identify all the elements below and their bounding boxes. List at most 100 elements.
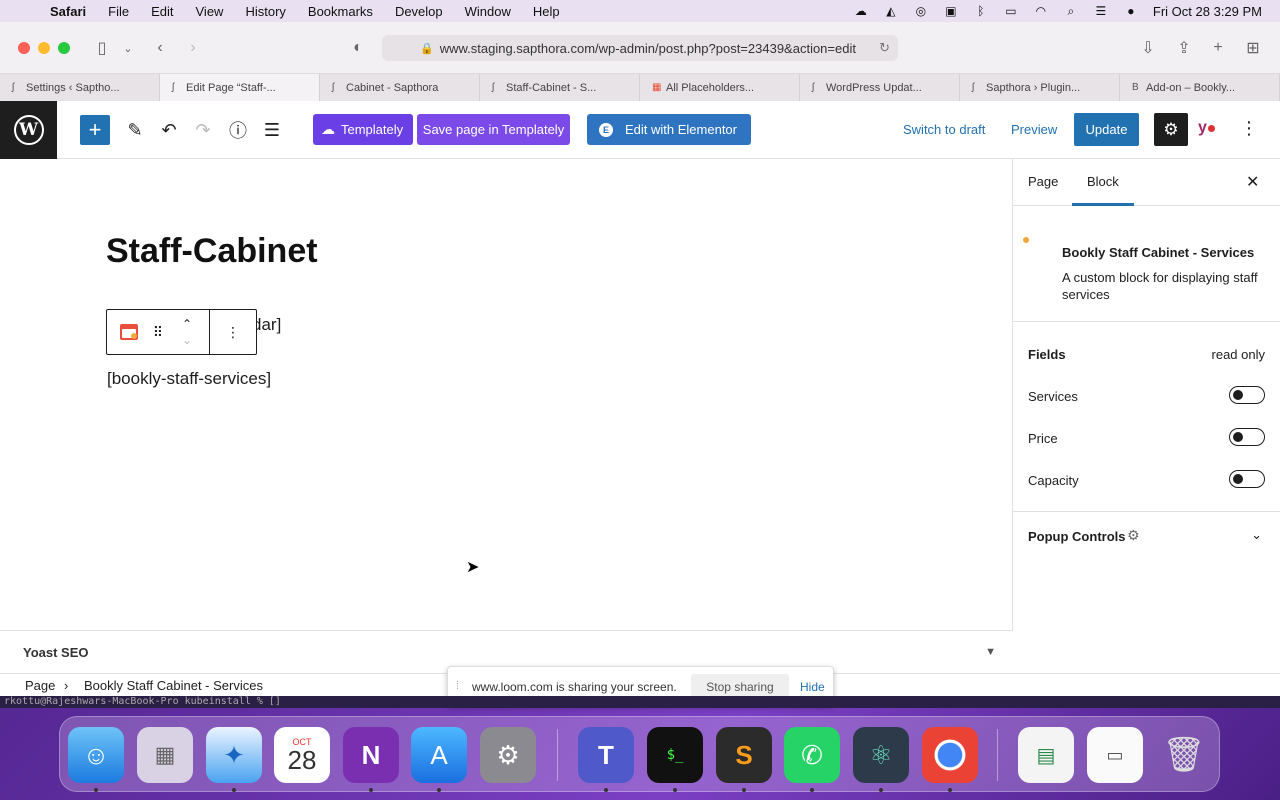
- calendar-icon[interactable]: OCT 28: [274, 727, 330, 783]
- tab-overview-icon[interactable]: ⊞: [1243, 38, 1263, 58]
- list-view-icon[interactable]: ☰: [261, 119, 283, 141]
- download-icon[interactable]: ⇩: [1138, 38, 1158, 58]
- trash-icon[interactable]: 🗑: [1156, 727, 1212, 783]
- shortcode-paragraph-2[interactable]: [bookly-staff-services]: [107, 369, 271, 389]
- menu-develop[interactable]: Develop: [395, 4, 443, 19]
- update-button[interactable]: Update: [1074, 113, 1139, 146]
- price-toggle[interactable]: [1229, 428, 1265, 446]
- cloud-upload-icon: ☁: [321, 121, 335, 137]
- menu-help[interactable]: Help: [533, 4, 560, 19]
- switch-to-draft-link[interactable]: Switch to draft: [903, 122, 985, 137]
- running-indicator: [94, 788, 98, 792]
- menu-app-name[interactable]: Safari: [50, 4, 86, 19]
- search-icon[interactable]: ⌕: [1063, 4, 1079, 18]
- wp-favicon-icon: ʃ: [12, 82, 15, 93]
- wordpress-logo[interactable]: W: [0, 101, 57, 159]
- screen-icon[interactable]: ▣: [943, 4, 959, 18]
- popup-controls-panel[interactable]: Popup Controls ⚙ ⌄: [1013, 512, 1280, 562]
- menu-window[interactable]: Window: [465, 4, 511, 19]
- preview-link[interactable]: Preview: [1011, 122, 1057, 137]
- redo-icon[interactable]: ↷: [192, 119, 214, 141]
- sidebar-icon[interactable]: ▯: [92, 38, 112, 58]
- templately-button[interactable]: ☁ Templately: [313, 114, 413, 145]
- yoast-icon[interactable]: y: [1198, 119, 1215, 137]
- chevron-down-icon[interactable]: ⌄: [1251, 527, 1262, 543]
- close-icon[interactable]: ✕: [1246, 172, 1259, 192]
- share-icon[interactable]: ⇪: [1174, 38, 1194, 58]
- reload-icon[interactable]: ↻: [879, 40, 890, 56]
- battery-icon[interactable]: ▭: [1003, 4, 1019, 18]
- minimize-window-button[interactable]: [38, 41, 50, 54]
- menu-history[interactable]: History: [245, 4, 285, 19]
- menu-edit[interactable]: Edit: [151, 4, 173, 19]
- menu-file[interactable]: File: [108, 4, 129, 19]
- chevron-down-icon[interactable]: ⌄: [118, 38, 138, 58]
- onenote-icon[interactable]: N: [343, 727, 399, 783]
- undo-icon[interactable]: ↶: [158, 119, 180, 141]
- teams-icon[interactable]: T: [578, 727, 634, 783]
- mouse-cursor-icon: ➤: [466, 559, 480, 576]
- running-indicator: [232, 788, 236, 792]
- atom-icon[interactable]: ⚛: [853, 727, 909, 783]
- settings-gear-icon[interactable]: ⚙: [1154, 113, 1188, 146]
- breadcrumb-block[interactable]: Bookly Staff Cabinet - Services: [84, 678, 263, 693]
- bluetooth-icon[interactable]: ᛒ: [973, 4, 989, 18]
- app-store-icon[interactable]: A: [411, 727, 467, 783]
- launchpad-icon[interactable]: ▦: [137, 727, 193, 783]
- breadcrumb-page[interactable]: Page: [25, 678, 55, 693]
- collapse-arrow-icon[interactable]: ▼: [985, 646, 996, 658]
- shield-icon[interactable]: ◐: [348, 38, 368, 58]
- tab-cabinet[interactable]: ʃ Cabinet - Sapthora: [320, 74, 480, 102]
- back-icon[interactable]: ‹: [150, 38, 170, 58]
- chrome-icon[interactable]: [922, 727, 978, 783]
- terminal-icon[interactable]: $_: [647, 727, 703, 783]
- tab-settings[interactable]: ʃ Settings ‹ Saptho...: [0, 74, 160, 102]
- drag-grip-icon[interactable]: ⁞: [456, 680, 459, 692]
- bookly-block-icon[interactable]: [119, 322, 139, 342]
- whatsapp-icon[interactable]: ✆: [784, 727, 840, 783]
- tab-page[interactable]: Page: [1028, 174, 1058, 189]
- screenshot-stack-icon[interactable]: ▭: [1087, 727, 1143, 783]
- pencil-icon[interactable]: ✎: [124, 119, 146, 141]
- elementor-button[interactable]: E Edit with Elementor: [587, 114, 751, 145]
- close-window-button[interactable]: [18, 41, 30, 54]
- editor-canvas[interactable]: Staff-Cabinet dar] ⠿ ⌃ ⌄ ⋮ [bookly-staff…: [0, 159, 1013, 630]
- drag-handle-icon[interactable]: ⠿: [148, 322, 168, 342]
- info-icon[interactable]: ⓘ: [227, 119, 249, 141]
- capacity-toggle[interactable]: [1229, 470, 1265, 488]
- tab-wordpress-update[interactable]: ʃ WordPress Updat...: [800, 74, 960, 102]
- more-options-icon[interactable]: ⋮: [1240, 118, 1258, 139]
- tab-block[interactable]: Block: [1087, 174, 1119, 189]
- safari-icon[interactable]: ✦: [206, 727, 262, 783]
- tab-plugins[interactable]: ʃ Sapthora › Plugin...: [960, 74, 1120, 102]
- forward-icon[interactable]: ›: [183, 38, 203, 58]
- url-text[interactable]: www.staging.sapthora.com/wp-admin/post.p…: [440, 41, 856, 56]
- spreadsheet-file-icon[interactable]: ▤: [1018, 727, 1074, 783]
- zoom-window-button[interactable]: [58, 41, 70, 54]
- block-options-icon[interactable]: ⋮: [223, 322, 243, 342]
- new-tab-icon[interactable]: +: [1208, 38, 1228, 58]
- tab-edit-page[interactable]: ʃ Edit Page “Staff-...: [160, 74, 320, 102]
- menubar-clock[interactable]: Fri Oct 28 3:29 PM: [1153, 4, 1262, 19]
- add-block-button[interactable]: +: [80, 115, 110, 145]
- cloud-icon[interactable]: ☁: [853, 4, 869, 18]
- tab-staff-cabinet[interactable]: ʃ Staff-Cabinet - S...: [480, 74, 640, 102]
- menu-bookmarks[interactable]: Bookmarks: [308, 4, 373, 19]
- page-title[interactable]: Staff-Cabinet: [106, 232, 318, 271]
- finder-icon[interactable]: ☺: [68, 727, 124, 783]
- tab-placeholders[interactable]: ▦ All Placeholders...: [640, 74, 800, 102]
- spiral-icon[interactable]: ◎: [913, 4, 929, 18]
- services-toggle[interactable]: [1229, 386, 1265, 404]
- control-center-icon[interactable]: ☰: [1093, 4, 1109, 18]
- move-down-icon[interactable]: ⌄: [177, 330, 197, 350]
- tab-addon-bookly[interactable]: B Add-on – Bookly...: [1120, 74, 1280, 102]
- arc-icon[interactable]: ◭: [883, 4, 899, 18]
- hide-button[interactable]: Hide: [800, 680, 825, 694]
- address-bar[interactable]: 🔒 www.staging.sapthora.com/wp-admin/post…: [382, 35, 898, 61]
- wifi-icon[interactable]: ◠: [1033, 4, 1049, 18]
- menu-view[interactable]: View: [196, 4, 224, 19]
- save-templately-button[interactable]: Save page in Templately: [417, 114, 570, 145]
- sublime-text-icon[interactable]: S: [716, 727, 772, 783]
- siri-icon[interactable]: ●: [1123, 4, 1139, 18]
- system-preferences-icon[interactable]: ⚙: [480, 727, 536, 783]
